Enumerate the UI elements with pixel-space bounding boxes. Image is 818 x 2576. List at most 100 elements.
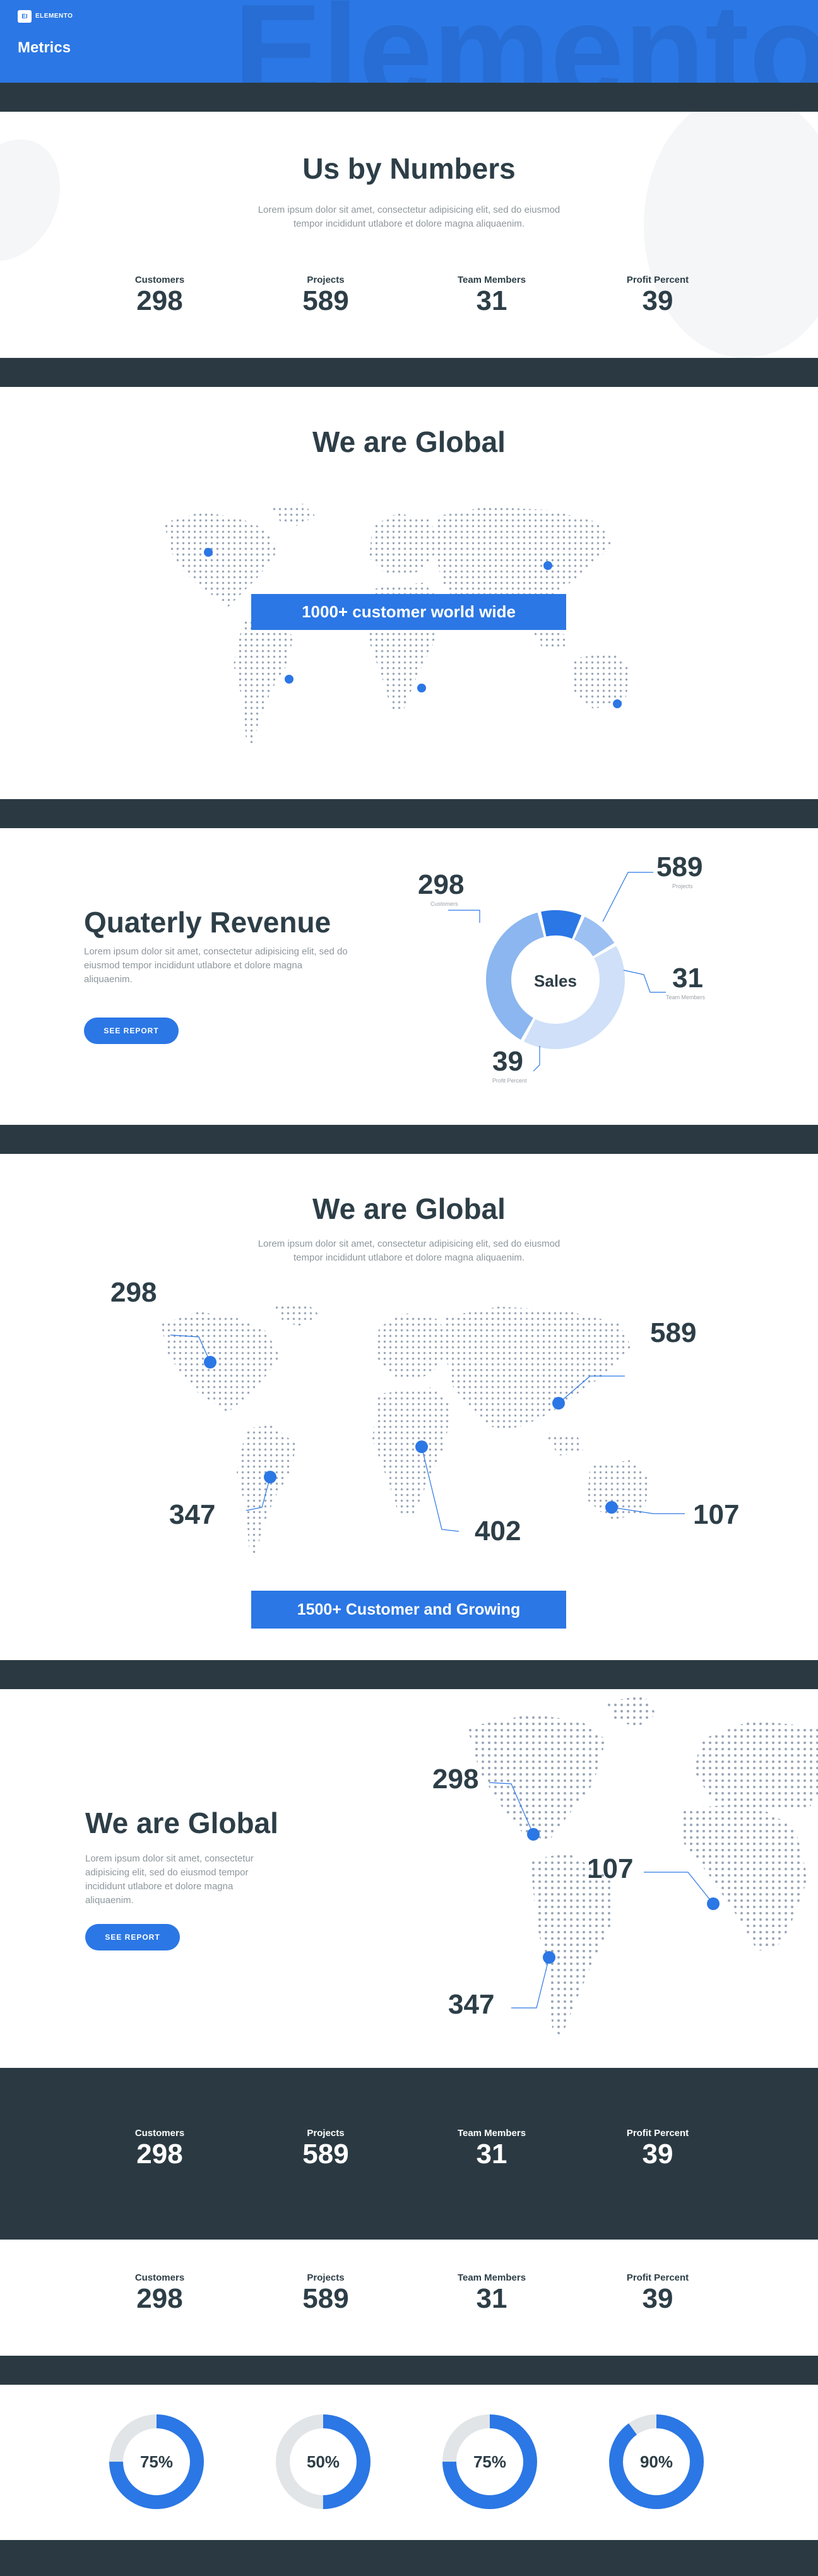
progress-ring-label: 50%: [307, 2452, 340, 2471]
stat-value: 589: [302, 2283, 349, 2314]
global3-desc: Lorem ipsum dolor sit amet, consectetur …: [85, 1853, 254, 1906]
progress-ring: 75%: [109, 2414, 204, 2509]
stat-value: 589: [302, 2139, 349, 2169]
stats-dark-section: Customers 298 Projects 589 Team Members …: [0, 2068, 818, 2240]
stat-label: Team Members: [457, 2272, 526, 2283]
map-marker[interactable]: [613, 699, 622, 708]
global3-title: We are Global: [85, 1807, 278, 1839]
map-callout-347: 347: [448, 1989, 495, 2020]
callout-value: 39: [492, 1046, 523, 1077]
map-marker[interactable]: [543, 561, 552, 570]
stat-projects: Projects 589: [263, 2128, 389, 2170]
callout-line: [644, 1872, 714, 1904]
numbers-section: Us by Numbers Lorem ipsum dolor sit amet…: [0, 112, 818, 358]
header-watermark: Elemento: [234, 0, 818, 83]
stat-label: Profit Percent: [626, 2128, 689, 2139]
donut-center-label: Sales: [534, 971, 577, 990]
map-callout-347: 347: [169, 1499, 216, 1530]
stat-value: 298: [136, 285, 183, 316]
callout-line: [623, 970, 666, 993]
progress-ring-label: 90%: [640, 2452, 673, 2471]
header: Elemento EI ELEMENTO Metrics: [0, 0, 818, 83]
stat-label: Team Members: [457, 275, 526, 285]
callout-label: Projects: [672, 883, 693, 889]
revenue-title: Quaterly Revenue: [84, 906, 331, 939]
decor-blob-left: [0, 122, 80, 278]
map-callout-107: 107: [693, 1499, 740, 1530]
callout-value: 298: [418, 869, 465, 900]
map-marker[interactable]: [285, 675, 293, 684]
numbers-desc: Lorem ipsum dolor sit amet, consectetur …: [258, 205, 560, 229]
global-section-2: We are Global Lorem ipsum dolor sit amet…: [0, 1154, 818, 1660]
map-callout-402: 402: [475, 1516, 521, 1546]
progress-ring: 90%: [609, 2414, 704, 2509]
stat-label: Customers: [134, 2128, 185, 2139]
stat-label: Customers: [134, 2272, 185, 2283]
map-marker[interactable]: [417, 684, 426, 692]
stat-value: 298: [136, 2283, 183, 2314]
callout-profit-percent: 39 Profit Percent: [492, 1046, 527, 1084]
global2-title: We are Global: [312, 1192, 506, 1225]
stat-value: 298: [136, 2139, 183, 2169]
numbers-title: Us by Numbers: [302, 152, 516, 185]
world-map-zoom: [467, 1695, 818, 2036]
stat-value: 39: [642, 2283, 673, 2314]
callout-line: [533, 1046, 540, 1072]
callout-customers: 298 Customers: [418, 869, 464, 907]
stat-value: 31: [476, 2283, 507, 2314]
divider-band: [0, 2356, 818, 2385]
stat-profit-percent: Profit Percent 39: [595, 275, 721, 317]
world-map: [164, 504, 631, 747]
stat-value: 31: [476, 285, 507, 316]
stat-customers: Customers 298: [97, 2272, 223, 2315]
brand-badge[interactable]: EI: [18, 10, 32, 23]
stat-value: 39: [642, 2139, 673, 2169]
stat-projects: Projects 589: [263, 2272, 389, 2315]
progress-section: 75% 50% 75% 90%: [0, 2385, 818, 2540]
map-callout-298: 298: [432, 1764, 479, 1795]
stat-profit-percent: Profit Percent 39: [595, 2272, 721, 2315]
callout-line: [511, 1957, 550, 2009]
divider-band: [0, 1660, 818, 1689]
callout-line: [448, 910, 480, 923]
stat-team-members: Team Members 31: [429, 2128, 555, 2170]
see-report-button[interactable]: SEE REPORT: [84, 1018, 179, 1044]
brand-name[interactable]: ELEMENTO: [35, 13, 73, 20]
map-callout-298: 298: [110, 1277, 157, 1308]
decor-blob-right: [644, 112, 818, 358]
callout-team-members: 31 Team Members: [666, 963, 705, 1000]
see-report-button[interactable]: SEE REPORT: [85, 1924, 180, 1950]
global1-title: We are Global: [312, 425, 506, 458]
callout-label: Profit Percent: [492, 1077, 527, 1084]
donut-segment-team-members: [574, 917, 615, 956]
global2-desc: Lorem ipsum dolor sit amet, consectetur …: [258, 1238, 560, 1263]
stat-profit-percent: Profit Percent 39: [595, 2128, 721, 2170]
callout-value: 589: [656, 852, 703, 882]
global1-banner: 1000+ customer world wide: [251, 594, 566, 630]
global-section-3: We are Global Lorem ipsum dolor sit amet…: [0, 1689, 818, 2068]
progress-ring: 50%: [276, 2414, 370, 2509]
world-map: [161, 1303, 685, 1558]
stat-team-members: Team Members 31: [429, 2272, 555, 2315]
callout-line: [602, 872, 653, 922]
stat-label: Profit Percent: [626, 2272, 689, 2283]
map-marker[interactable]: [204, 548, 213, 557]
stat-label: Customers: [134, 275, 185, 285]
divider-band: [0, 1125, 818, 1154]
stat-label: Projects: [307, 275, 345, 285]
callout-label: Customers: [430, 901, 458, 907]
callout-value: 31: [672, 963, 703, 994]
stats-light-section: Customers 298 Projects 589 Team Members …: [0, 2240, 818, 2356]
callout-projects: 589 Projects: [656, 852, 702, 889]
stat-value: 589: [302, 285, 349, 316]
stat-label: Profit Percent: [626, 275, 689, 285]
map-callout-589: 589: [650, 1317, 697, 1348]
donut-segment-projects: [541, 910, 582, 939]
stat-label: Projects: [307, 2272, 345, 2283]
footer-band: [0, 2540, 818, 2576]
page-title: Metrics: [18, 39, 71, 56]
divider-band: [0, 799, 818, 828]
progress-ring: 75%: [442, 2414, 537, 2509]
divider-band: [0, 358, 818, 387]
stat-label: Team Members: [457, 2128, 526, 2139]
